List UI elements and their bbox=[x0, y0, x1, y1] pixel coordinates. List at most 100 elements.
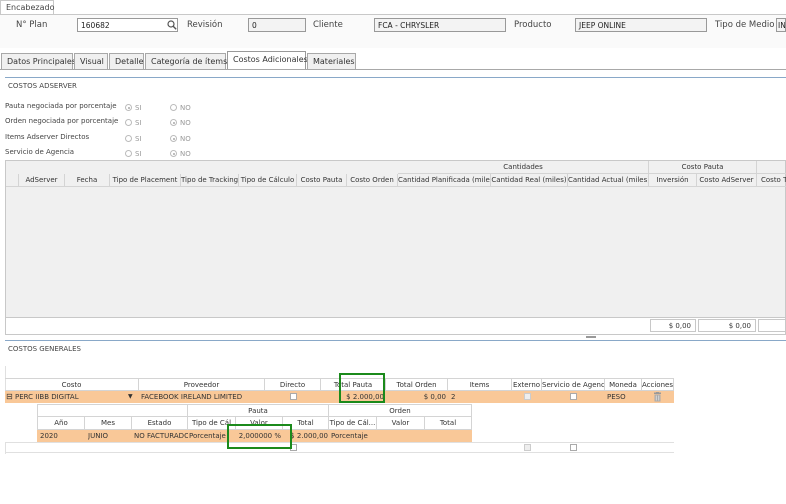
opt-orden-si[interactable]: SI bbox=[125, 118, 142, 127]
gcol-moneda[interactable]: Moneda bbox=[605, 378, 642, 391]
gcol-servicio-agencia[interactable]: Servicio de Agencia bbox=[542, 378, 605, 391]
tab-materiales[interactable]: Materiales bbox=[307, 53, 356, 70]
cliente-label: Cliente bbox=[313, 20, 343, 30]
splitter-handle[interactable] bbox=[586, 336, 596, 338]
si-label: SI bbox=[135, 149, 142, 158]
producto-input[interactable]: JEEP ONLINE bbox=[575, 18, 707, 32]
srow-mes: JUNIO bbox=[88, 432, 108, 440]
opt-servicio-label: Servicio de Agencia bbox=[5, 148, 75, 156]
tipo-medio-input[interactable]: IN bbox=[776, 18, 786, 32]
col-tipo-calculo[interactable]: Tipo de Cálculo bbox=[239, 174, 297, 187]
scol-mes[interactable]: Mes bbox=[85, 417, 132, 430]
col-cantidad-planificada[interactable]: Cantidad Planificada (miles) bbox=[398, 174, 491, 187]
revision-label: Revisión bbox=[187, 20, 223, 30]
radio-icon bbox=[170, 119, 177, 126]
scol-anio[interactable]: Año bbox=[37, 417, 85, 430]
srow-estado: NO FACTURADO bbox=[134, 432, 188, 440]
tipo-medio-label: Tipo de Medio bbox=[715, 20, 775, 30]
row-total-orden: $ 0,00 bbox=[423, 393, 446, 401]
group-blank bbox=[757, 161, 786, 174]
srow-anio: 2020 bbox=[40, 432, 58, 440]
scol-valor-orden[interactable]: Valor bbox=[377, 417, 425, 430]
opt-orden-no[interactable]: NO bbox=[170, 118, 191, 127]
opt-pauta-si[interactable]: SI bbox=[125, 103, 142, 112]
row-servicio-checkbox[interactable] bbox=[570, 393, 577, 400]
opt-servicio-no[interactable]: NO bbox=[170, 149, 191, 158]
col-fecha[interactable]: Fecha bbox=[65, 174, 110, 187]
no-label: NO bbox=[180, 149, 191, 158]
opt-items-si[interactable]: SI bbox=[125, 134, 142, 143]
tab-encabezado[interactable]: Encabezado bbox=[0, 0, 55, 14]
tab-categoria-items[interactable]: Categoría de ítems bbox=[145, 53, 227, 70]
gcol-total-orden[interactable]: Total Orden bbox=[386, 378, 448, 391]
tab-costos-adicionales[interactable]: Costos Adicionales bbox=[227, 51, 308, 70]
col-cantidad-actual[interactable]: Cantidad Actual (miles) bbox=[568, 174, 649, 187]
opt-pauta-label: Pauta negociada por porcentaje bbox=[5, 102, 117, 110]
gcol-externo[interactable]: Externo bbox=[512, 378, 542, 391]
gcol-acciones[interactable]: Acciones bbox=[642, 378, 674, 391]
plan-label: N° Plan bbox=[16, 20, 48, 30]
revision-input[interactable]: 0 bbox=[248, 18, 306, 32]
total-costo-adserver: $ 0,00 bbox=[698, 319, 756, 332]
col-tipo-placement[interactable]: Tipo de Placement bbox=[110, 174, 181, 187]
newrow-externo-checkbox[interactable] bbox=[524, 444, 531, 451]
gcol-directo[interactable]: Directo bbox=[265, 378, 321, 391]
no-label: NO bbox=[180, 103, 191, 112]
scol-estado[interactable]: Estado bbox=[132, 417, 188, 430]
radio-icon bbox=[125, 119, 132, 126]
opt-servicio-si[interactable]: SI bbox=[125, 149, 142, 158]
no-label: NO bbox=[180, 134, 191, 143]
group-costo-pauta: Costo Pauta bbox=[649, 161, 757, 174]
opt-pauta-no[interactable]: NO bbox=[170, 103, 191, 112]
tab-detalle[interactable]: Detalle bbox=[109, 53, 144, 70]
row-items: 2 bbox=[451, 393, 456, 401]
newrow-servicio-checkbox[interactable] bbox=[570, 444, 577, 451]
col-tipo-tracking[interactable]: Tipo de Tracking bbox=[181, 174, 239, 187]
tab-datos-principales[interactable]: Datos Principales bbox=[1, 53, 76, 70]
col-adserver[interactable]: AdServer bbox=[19, 174, 65, 187]
radio-icon bbox=[125, 135, 132, 142]
adserver-title: COSTOS ADSERVER bbox=[8, 82, 77, 90]
gcol-items[interactable]: Items bbox=[448, 378, 512, 391]
row-proveedor[interactable]: FACEBOOK IRELAND LIMITED bbox=[141, 391, 263, 403]
col-cantidad-real[interactable]: Cantidad Real (miles) bbox=[491, 174, 568, 187]
srow-tipo-calc-orden[interactable]: Porcentaje bbox=[331, 430, 377, 442]
dropdown-arrow-icon[interactable]: ▼ bbox=[128, 391, 138, 403]
highlight-total-pauta bbox=[339, 373, 385, 403]
row-externo-checkbox[interactable] bbox=[524, 393, 531, 400]
tab-visual[interactable]: Visual bbox=[74, 53, 108, 70]
col-costo-total[interactable]: Costo To bbox=[757, 174, 786, 187]
col-expander bbox=[6, 174, 19, 187]
col-costo-adserver[interactable]: Costo AdServer bbox=[697, 174, 757, 187]
generales-title: COSTOS GENERALES bbox=[8, 345, 81, 353]
sub-orden-header: Orden bbox=[329, 404, 472, 417]
row-directo-checkbox[interactable] bbox=[290, 393, 297, 400]
scol-total-orden[interactable]: Total bbox=[425, 417, 472, 430]
cliente-input[interactable]: FCA - CHRYSLER bbox=[374, 18, 506, 32]
row-costo[interactable]: PERC IIBB DIGITAL bbox=[15, 391, 135, 403]
plan-input[interactable]: 160682 bbox=[77, 18, 178, 32]
si-label: SI bbox=[135, 118, 142, 127]
group-cantidades: Cantidades bbox=[398, 161, 649, 174]
trash-icon[interactable] bbox=[653, 392, 662, 404]
col-inversion[interactable]: Inversión bbox=[649, 174, 697, 187]
gcol-proveedor[interactable]: Proveedor bbox=[139, 378, 265, 391]
generales-section-line bbox=[5, 340, 786, 341]
adserver-section-line bbox=[5, 77, 786, 78]
si-label: SI bbox=[135, 103, 142, 112]
opt-items-no[interactable]: NO bbox=[170, 134, 191, 143]
si-label: SI bbox=[135, 134, 142, 143]
sub-pauta-header: Pauta bbox=[188, 404, 329, 417]
gcol-costo[interactable]: Costo bbox=[5, 378, 139, 391]
opt-orden-label: Orden negociada por porcentaje bbox=[5, 117, 119, 125]
row-moneda: PESO bbox=[607, 393, 626, 401]
col-costo-pauta[interactable]: Costo Pauta bbox=[297, 174, 347, 187]
col-costo-orden[interactable]: Costo Orden bbox=[347, 174, 398, 187]
radio-icon bbox=[170, 104, 177, 111]
scol-tipo-calc-orden[interactable]: Tipo de Cál... bbox=[329, 417, 377, 430]
collapse-icon[interactable]: ⊟ bbox=[6, 391, 14, 403]
total-inversion: $ 0,00 bbox=[650, 319, 696, 332]
search-icon[interactable] bbox=[166, 18, 178, 32]
radio-icon bbox=[125, 150, 132, 157]
tabs-divider bbox=[0, 69, 786, 70]
